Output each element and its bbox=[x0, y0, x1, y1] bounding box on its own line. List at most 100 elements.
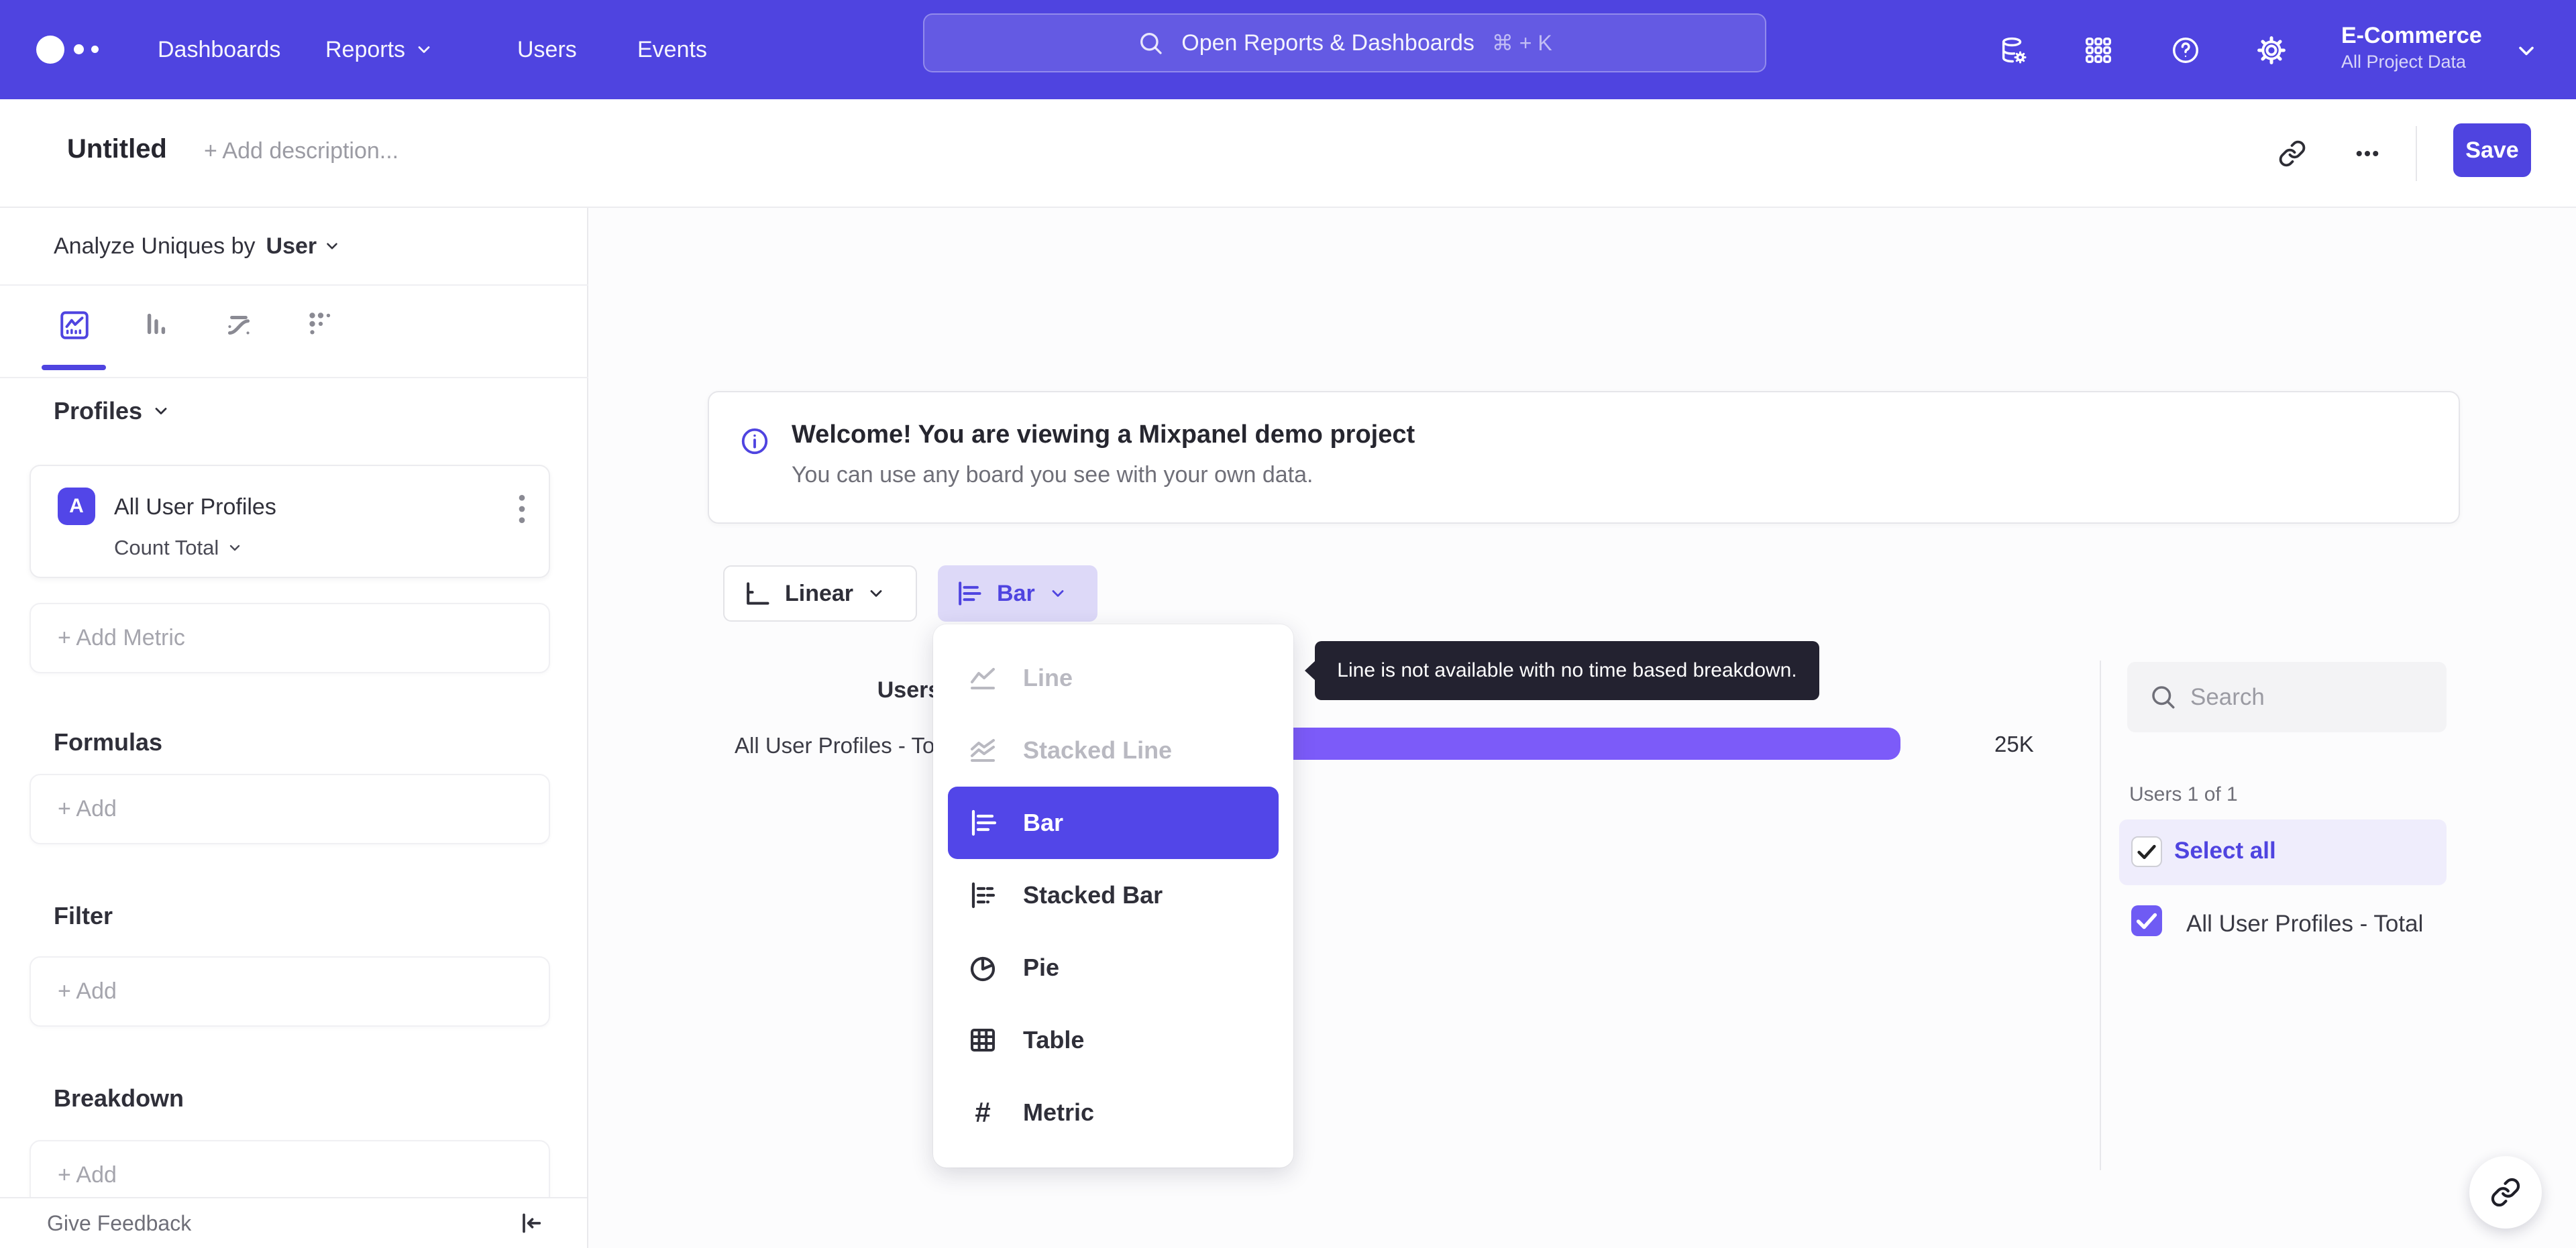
project-scope: All Project Data bbox=[2341, 52, 2467, 72]
add-metric-button[interactable]: + Add Metric bbox=[30, 603, 550, 673]
demo-banner: Welcome! You are viewing a Mixpanel demo… bbox=[708, 391, 2460, 524]
check-icon bbox=[2136, 913, 2157, 929]
profiles-section-header[interactable]: Profiles bbox=[54, 397, 170, 425]
scale-dropdown-button[interactable]: Linear bbox=[723, 565, 917, 622]
nav-users[interactable]: Users bbox=[517, 0, 577, 99]
menu-item-metric[interactable]: # Metric bbox=[933, 1076, 1293, 1149]
series-search-box[interactable] bbox=[2127, 662, 2447, 732]
hash-icon: # bbox=[975, 1096, 991, 1128]
query-sidebar: Analyze Uniques by User Profiles A All U… bbox=[0, 208, 588, 1248]
nav-dashboards[interactable]: Dashboards bbox=[158, 0, 280, 99]
analyze-label: Analyze Uniques by bbox=[54, 233, 256, 259]
share-link-floating-button[interactable] bbox=[2469, 1156, 2542, 1229]
copy-link-icon[interactable] bbox=[2278, 139, 2306, 168]
menu-item-stacked-line-label: Stacked Line bbox=[1023, 736, 1173, 764]
nav-dashboards-label: Dashboards bbox=[158, 37, 281, 62]
tab-funnels-icon[interactable] bbox=[140, 308, 173, 342]
chevron-down-icon bbox=[1052, 590, 1064, 597]
menu-item-stacked-bar[interactable]: Stacked Bar bbox=[933, 859, 1293, 931]
stacked-line-chart-icon bbox=[971, 739, 995, 762]
global-search-bar[interactable]: Open Reports & Dashboards ⌘ + K bbox=[923, 13, 1766, 72]
add-breakdown-label: + Add bbox=[58, 1162, 117, 1188]
chevron-down-icon bbox=[230, 545, 240, 551]
table-icon bbox=[971, 1029, 995, 1052]
breakdown-section-header: Breakdown bbox=[54, 1084, 184, 1113]
tab-flows-icon[interactable] bbox=[222, 308, 256, 342]
add-filter-button[interactable]: + Add bbox=[30, 956, 550, 1027]
chevron-down-icon bbox=[870, 590, 882, 597]
tab-retention-icon[interactable] bbox=[304, 308, 337, 342]
analyze-entity-value: User bbox=[266, 233, 317, 259]
tabs-divider bbox=[0, 377, 588, 378]
save-button[interactable]: Save bbox=[2453, 123, 2531, 177]
menu-item-table[interactable]: Table bbox=[933, 1004, 1293, 1076]
project-switcher[interactable]: E-Commerce All Project Data bbox=[2341, 21, 2482, 74]
help-icon[interactable] bbox=[2170, 35, 2201, 66]
nav-events[interactable]: Events bbox=[637, 0, 707, 99]
disabled-option-tooltip: Line is not available with no time based… bbox=[1305, 641, 1819, 700]
series-count: Users 1 of 1 bbox=[2129, 783, 2238, 805]
add-description[interactable]: + Add description... bbox=[204, 138, 398, 164]
nav-reports-label: Reports bbox=[325, 37, 406, 62]
menu-item-line[interactable]: Line bbox=[933, 642, 1293, 714]
tooltip-text: Line is not available with no time based… bbox=[1337, 659, 1797, 681]
metric-kebab-icon[interactable] bbox=[508, 489, 535, 529]
select-all-checkbox[interactable] bbox=[2131, 836, 2162, 867]
info-icon bbox=[741, 428, 768, 455]
menu-item-table-label: Table bbox=[1023, 1026, 1085, 1054]
select-all-row[interactable]: Select all bbox=[2119, 819, 2447, 885]
filter-label: Filter bbox=[54, 902, 113, 929]
chart-row-label: All User Profiles - Total bbox=[735, 733, 959, 758]
global-search-placeholder: Open Reports & Dashboards bbox=[1181, 30, 1474, 56]
menu-item-metric-label: Metric bbox=[1023, 1098, 1095, 1126]
metric-aggregation-value: Count Total bbox=[114, 536, 219, 559]
linear-axis-icon bbox=[747, 582, 769, 605]
chevron-down-icon bbox=[327, 243, 337, 249]
project-name: E-Commerce bbox=[2341, 23, 2482, 48]
menu-item-bar-label: Bar bbox=[1023, 809, 1064, 836]
line-chart-icon bbox=[971, 668, 995, 689]
formulas-section-header: Formulas bbox=[54, 728, 162, 756]
series-checkbox[interactable] bbox=[2131, 905, 2162, 936]
metric-card[interactable]: A All User Profiles Count Total bbox=[30, 465, 550, 578]
stacked-bar-chart-icon bbox=[971, 882, 997, 909]
select-all-label: Select all bbox=[2174, 838, 2276, 864]
apps-grid-icon[interactable] bbox=[2083, 35, 2114, 66]
panel-divider bbox=[2100, 661, 2101, 1170]
search-icon bbox=[1140, 33, 1162, 54]
tab-insights-icon[interactable] bbox=[58, 308, 91, 342]
chevron-down-icon bbox=[155, 408, 167, 414]
menu-item-pie[interactable]: Pie bbox=[933, 931, 1293, 1004]
collapse-sidebar-icon[interactable] bbox=[517, 1210, 544, 1237]
banner-subtitle: You can use any board you see with your … bbox=[792, 462, 1313, 488]
settings-gear-icon[interactable] bbox=[2256, 35, 2287, 66]
chart-type-dropdown-button[interactable]: Bar bbox=[938, 565, 1097, 622]
add-formula-button[interactable]: + Add bbox=[30, 774, 550, 844]
menu-item-bar[interactable]: Bar bbox=[948, 787, 1279, 859]
menu-item-stacked-line[interactable]: Stacked Line bbox=[933, 714, 1293, 787]
pie-chart-icon bbox=[970, 956, 996, 982]
top-nav: Dashboards Reports Users Events Open Rep… bbox=[0, 0, 2576, 99]
metric-aggregation-dropdown[interactable]: Count Total bbox=[114, 536, 243, 560]
chevron-down-icon bbox=[418, 46, 430, 53]
project-chevron-down-icon[interactable] bbox=[2514, 39, 2538, 63]
breakdown-label: Breakdown bbox=[54, 1084, 184, 1112]
more-options-icon[interactable] bbox=[2353, 139, 2381, 168]
header-divider bbox=[2416, 126, 2417, 181]
analyze-row: Analyze Uniques by User bbox=[0, 208, 588, 286]
report-title[interactable]: Untitled bbox=[67, 134, 167, 164]
analyze-entity-dropdown[interactable]: User bbox=[266, 233, 341, 260]
metric-badge: A bbox=[58, 488, 95, 525]
give-feedback-link[interactable]: Give Feedback bbox=[47, 1211, 191, 1236]
banner-title: Welcome! You are viewing a Mixpanel demo… bbox=[792, 420, 1415, 449]
nav-events-label: Events bbox=[637, 37, 707, 62]
logo-dot-large bbox=[36, 36, 64, 64]
menu-item-pie-label: Pie bbox=[1023, 954, 1060, 981]
nav-reports[interactable]: Reports bbox=[325, 0, 433, 99]
mixpanel-logo-icon[interactable] bbox=[36, 34, 103, 66]
series-item-label: All User Profiles - Total bbox=[2186, 911, 2424, 937]
menu-item-stacked-bar-label: Stacked Bar bbox=[1023, 881, 1163, 909]
series-search-input[interactable] bbox=[2190, 662, 2432, 732]
logo-dot-medium bbox=[74, 44, 84, 54]
data-management-icon[interactable] bbox=[1998, 35, 2029, 66]
